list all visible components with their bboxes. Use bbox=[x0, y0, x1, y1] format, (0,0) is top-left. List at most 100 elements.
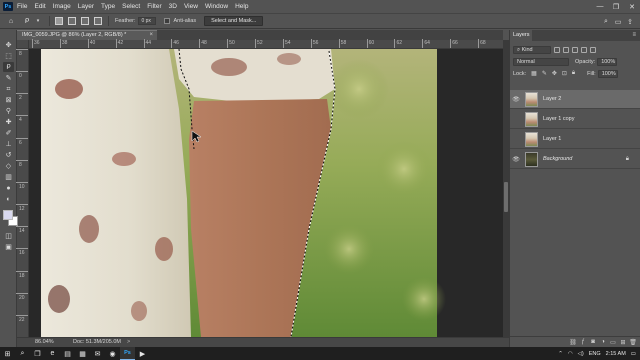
maximize-button[interactable]: ❐ bbox=[608, 0, 624, 13]
ruler-tick-label: 64 bbox=[424, 40, 430, 46]
feather-field[interactable]: 0 px bbox=[138, 17, 157, 25]
search-icon[interactable]: ⌕ bbox=[600, 16, 612, 27]
marquee-tool-icon[interactable]: ⬚ bbox=[3, 51, 14, 61]
zoom-level[interactable]: 86.04% bbox=[17, 338, 54, 347]
visibility-eye-icon[interactable]: 👁︎ bbox=[510, 156, 522, 163]
tab-layers[interactable]: Layers bbox=[510, 30, 532, 41]
filter-shape-icon[interactable] bbox=[581, 46, 587, 53]
quick-select-tool-icon[interactable]: ✎ bbox=[3, 73, 14, 83]
add-mask-icon[interactable]: ◙ bbox=[588, 339, 598, 345]
menu-select[interactable]: Select bbox=[122, 3, 140, 10]
add-to-selection-icon[interactable] bbox=[68, 17, 76, 25]
menu-filter[interactable]: Filter bbox=[147, 3, 161, 10]
new-layer-icon[interactable]: ⊞ bbox=[618, 339, 628, 346]
edge-browser-icon[interactable]: e bbox=[45, 347, 60, 360]
workspace-icon[interactable]: ▭ bbox=[612, 16, 624, 27]
lock-transparent-icon[interactable]: ▦ bbox=[531, 70, 537, 77]
antialias-checkbox[interactable] bbox=[164, 18, 171, 24]
healing-brush-tool-icon[interactable]: ✚ bbox=[3, 117, 14, 127]
new-selection-icon[interactable] bbox=[55, 17, 63, 25]
fill-field[interactable]: 100% bbox=[597, 69, 618, 78]
volume-icon[interactable]: ◁) bbox=[578, 351, 584, 357]
lock-all-icon[interactable]: 🔒︎ bbox=[572, 70, 575, 77]
menu-help[interactable]: Help bbox=[235, 3, 248, 10]
new-group-icon[interactable]: ▭ bbox=[608, 339, 618, 346]
file-explorer-icon[interactable]: ▤ bbox=[60, 347, 75, 360]
ruler-tick bbox=[143, 39, 145, 48]
status-menu-icon[interactable]: > bbox=[121, 338, 130, 347]
lock-position-icon[interactable]: ✥ bbox=[552, 70, 557, 77]
network-icon[interactable]: ◠ bbox=[568, 351, 573, 357]
media-player-icon[interactable]: ▶ bbox=[135, 347, 150, 360]
frame-tool-icon[interactable]: ⊠ bbox=[3, 95, 14, 105]
visibility-eye-icon[interactable]: 👁︎ bbox=[510, 96, 522, 103]
menu-file[interactable]: File bbox=[17, 3, 27, 10]
search-icon[interactable]: ⌕ bbox=[15, 347, 30, 360]
ruler-tick bbox=[171, 39, 173, 48]
home-icon[interactable]: ⌂ bbox=[6, 16, 16, 26]
document-canvas[interactable] bbox=[29, 49, 503, 337]
screen-mode-icon[interactable]: ▣ bbox=[3, 242, 14, 252]
task-view-icon[interactable]: ❐ bbox=[30, 347, 45, 360]
select-and-mask-button[interactable]: Select and Mask... bbox=[204, 16, 264, 26]
chevron-down-icon[interactable]: ▾ bbox=[33, 16, 43, 26]
clone-stamp-tool-icon[interactable]: ⊥ bbox=[3, 139, 14, 149]
clock[interactable]: 2:15 AM bbox=[606, 351, 626, 357]
windows-start-icon[interactable]: ⊞ bbox=[0, 347, 15, 360]
menu-3d[interactable]: 3D bbox=[169, 3, 177, 10]
close-button[interactable]: ✕ bbox=[624, 0, 640, 13]
lock-pixels-icon[interactable]: ✎ bbox=[542, 70, 547, 77]
filter-pixel-icon[interactable] bbox=[554, 46, 560, 53]
menu-window[interactable]: Window bbox=[205, 3, 228, 10]
layer-row-layer-2[interactable]: 👁︎ Layer 2 bbox=[510, 90, 640, 109]
brush-tool-icon[interactable]: ✐ bbox=[3, 128, 14, 138]
minimize-button[interactable]: — bbox=[592, 0, 608, 13]
move-tool-icon[interactable]: ✥ bbox=[3, 40, 14, 50]
tray-up-icon[interactable]: ⌃ bbox=[558, 351, 563, 357]
mail-icon[interactable]: ✉ bbox=[90, 347, 105, 360]
blur-tool-icon[interactable]: ● bbox=[3, 183, 14, 193]
store-icon[interactable]: ▦ bbox=[75, 347, 90, 360]
crop-tool-icon[interactable]: ⌗ bbox=[3, 84, 14, 94]
menu-view[interactable]: View bbox=[184, 3, 198, 10]
close-icon[interactable]: × bbox=[149, 31, 153, 40]
menu-layer[interactable]: Layer bbox=[78, 3, 94, 10]
notifications-icon[interactable]: ▭ bbox=[631, 351, 636, 357]
delete-layer-icon[interactable]: 🗑︎ bbox=[628, 339, 638, 346]
lasso-tool-icon[interactable]: ᑭ bbox=[3, 62, 14, 72]
chrome-icon[interactable]: ◉ bbox=[105, 347, 120, 360]
menu-edit[interactable]: Edit bbox=[34, 3, 45, 10]
gradient-tool-icon[interactable]: ▥ bbox=[3, 172, 14, 182]
layer-row-background[interactable]: 👁︎ Background 🔒︎ bbox=[510, 150, 640, 169]
quick-mask-icon[interactable]: ◫ bbox=[3, 231, 14, 241]
layer-row-layer-1-copy[interactable]: 👁︎ Layer 1 copy bbox=[510, 110, 640, 129]
scrollbar-thumb[interactable] bbox=[504, 182, 508, 212]
eraser-tool-icon[interactable]: ◇ bbox=[3, 161, 14, 171]
visibility-eye-icon[interactable]: 👁︎ bbox=[510, 116, 522, 123]
subtract-from-selection-icon[interactable] bbox=[81, 17, 89, 25]
filter-adjustment-icon[interactable] bbox=[563, 46, 569, 53]
filter-kind-select[interactable]: ⌕ Kind bbox=[513, 45, 551, 54]
adjustment-layer-icon[interactable]: ◑ bbox=[598, 339, 608, 345]
opacity-field[interactable]: 100% bbox=[597, 57, 618, 66]
link-layers-icon[interactable]: ⛓︎ bbox=[568, 339, 578, 346]
filter-type-icon[interactable] bbox=[572, 46, 578, 53]
ruler-tick-label: 50 bbox=[229, 40, 235, 46]
eyedropper-tool-icon[interactable]: ⚲ bbox=[3, 106, 14, 116]
menu-type[interactable]: Type bbox=[101, 3, 115, 10]
share-icon[interactable]: ⇪ bbox=[624, 16, 636, 27]
lasso-tool-icon[interactable]: ᑭ bbox=[22, 16, 32, 26]
filter-smart-icon[interactable] bbox=[590, 46, 596, 53]
panel-menu-icon[interactable]: ≡ bbox=[632, 30, 636, 41]
blend-mode-select[interactable]: Normal bbox=[513, 57, 569, 66]
foreground-color-swatch[interactable] bbox=[3, 210, 13, 220]
layer-row-layer-1[interactable]: 👁︎ Layer 1 bbox=[510, 130, 640, 149]
intersect-selection-icon[interactable] bbox=[94, 17, 102, 25]
menu-image[interactable]: Image bbox=[53, 3, 71, 10]
visibility-eye-icon[interactable]: 👁︎ bbox=[510, 136, 522, 143]
dodge-tool-icon[interactable]: ◐ bbox=[3, 194, 14, 204]
lock-artboard-icon[interactable]: ⊡ bbox=[562, 70, 567, 77]
layer-style-icon[interactable]: ƒ bbox=[578, 339, 588, 345]
language-indicator[interactable]: ENG bbox=[589, 351, 601, 357]
photoshop-taskbar-icon[interactable]: Ps bbox=[120, 347, 135, 360]
